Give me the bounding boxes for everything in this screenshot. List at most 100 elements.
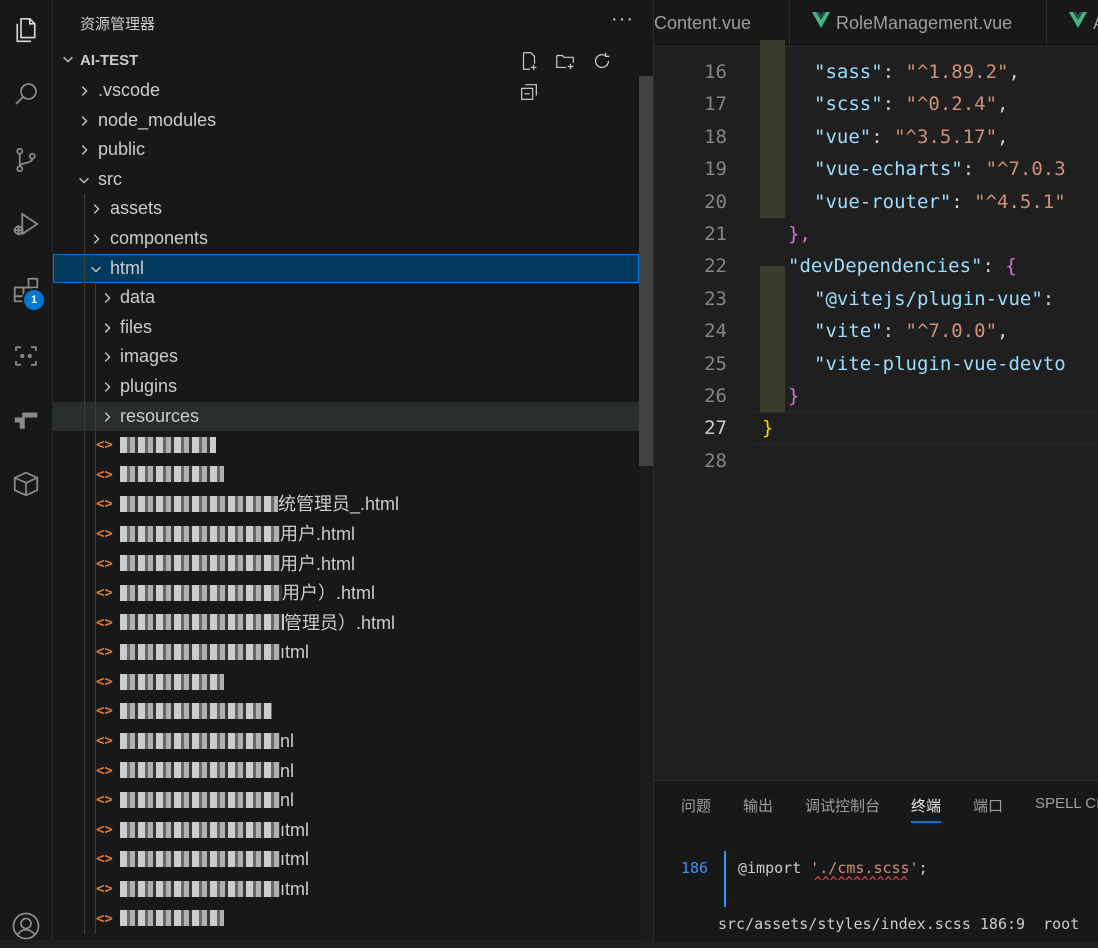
code-view[interactable]: 16 "sass": "^1.89.2", 17 "scss": "^0.2.4", 1… [654, 40, 1098, 477]
chevron-right-icon [93, 234, 100, 244]
folder-item-plugins[interactable]: plugins [53, 371, 639, 402]
folder-item-files[interactable]: files [53, 312, 639, 343]
account-icon[interactable] [0, 904, 52, 948]
html-file-item[interactable]: <> 管理员）.html [53, 608, 639, 639]
editor-tab[interactable]: RoleManagement.vue [790, 0, 1047, 46]
remote-explorer-icon[interactable] [0, 398, 52, 442]
folder-item-components[interactable]: components [53, 223, 639, 254]
json-key: "vue-echarts" [814, 158, 963, 181]
html-file-icon: <> [96, 910, 113, 927]
html-file-icon: <> [96, 703, 113, 720]
code-text: } [788, 380, 799, 412]
html-file-icon: <> [96, 792, 113, 809]
redacted-filename [120, 466, 224, 483]
indent-guide [84, 431, 85, 461]
line-number: 24 [704, 320, 727, 343]
copilot-icon[interactable] [0, 334, 52, 378]
run-debug-icon[interactable] [0, 202, 52, 246]
new-file-icon[interactable] [515, 48, 543, 74]
panel-tab[interactable]: 端口 [973, 795, 1003, 816]
line-number: 19 [704, 158, 727, 181]
html-file-item[interactable]: <> [53, 697, 639, 728]
folder-item-assets[interactable]: assets [53, 194, 639, 224]
html-file-item[interactable]: <> [53, 904, 639, 935]
colon: : [982, 255, 1006, 278]
html-file-icon: <> [96, 555, 113, 572]
indent-guide [95, 342, 96, 372]
tree-item-label: ıtml [120, 845, 309, 875]
indent-guide [84, 490, 85, 520]
html-file-item[interactable]: <> [53, 431, 639, 461]
filename-suffix: 用户.html [280, 523, 356, 544]
folder-item-resources[interactable]: resources [53, 401, 639, 432]
html-file-item[interactable]: <> nl [53, 727, 639, 757]
sidebar-scrollbar-thumb[interactable] [639, 76, 653, 466]
source-control-icon[interactable] [0, 138, 52, 182]
indent-guide [84, 401, 85, 432]
editor-tab[interactable]: A [1047, 0, 1098, 46]
json-value: "^1.89.2" [905, 61, 1009, 83]
panel-tab[interactable]: 调试控制台 [805, 795, 880, 816]
html-file-item[interactable]: <> nl [53, 786, 639, 816]
editor-tabs: Content.vue RoleManagement.vue A [654, 0, 1098, 47]
folder-item-images[interactable]: images [53, 342, 639, 372]
refresh-icon[interactable] [588, 48, 616, 74]
punctuation: , [997, 125, 1009, 148]
folder-item-data[interactable]: data [53, 283, 639, 313]
more-actions-button[interactable]: ··· [611, 8, 634, 31]
html-file-item[interactable]: <> [53, 460, 639, 491]
indent-guide [84, 342, 85, 372]
workspace-section-header[interactable]: AI-TEST [53, 46, 653, 100]
sidebar-title: 资源管理器 [80, 16, 156, 33]
folder-item-nodemodules[interactable]: node_modules [53, 106, 639, 136]
html-file-item[interactable]: <> ıtml [53, 815, 639, 846]
html-file-item[interactable]: <> ıtml [53, 875, 639, 905]
packages-icon[interactable] [0, 462, 52, 506]
panel-tab[interactable]: SPELL CI [1035, 795, 1098, 812]
tree-item-label: nl [120, 727, 294, 757]
html-file-item[interactable]: <> 用户.html [53, 549, 639, 580]
code-text: "vue-router": "^4.5.1" [814, 186, 1066, 218]
code-text: }, [788, 218, 811, 250]
code-line: 27} [654, 412, 1098, 445]
tree-item-label: 管理员）.html [120, 609, 395, 639]
html-file-item[interactable]: <> ıtml [53, 638, 639, 668]
code-text: "vite-plugin-vue-devto [814, 348, 1066, 380]
filename-suffix: 用户）.html [282, 583, 376, 604]
redacted-filename [120, 851, 280, 868]
html-file-item[interactable]: <> 统管理员_.html [53, 490, 639, 520]
tree-item-label: public [98, 139, 146, 160]
tree-item-label: resources [120, 405, 200, 426]
tab-label: Content.vue [654, 13, 752, 33]
line-number: 27 [704, 417, 727, 440]
html-file-item[interactable]: <> 用户）.html [53, 579, 639, 609]
tree-item-label [120, 668, 224, 698]
panel-tab[interactable]: 问题 [681, 795, 711, 816]
folder-item-html[interactable]: html [53, 253, 639, 284]
activity-bar: 1 [0, 0, 53, 940]
files-icon[interactable] [0, 8, 52, 52]
code-line: 22 "devDependencies": { [654, 250, 1098, 282]
indent-guide [84, 549, 85, 580]
tree-item-label: images [120, 346, 179, 367]
html-file-item[interactable]: <> [53, 667, 639, 698]
redacted-filename [120, 703, 272, 720]
panel-tab[interactable]: 终端 [911, 795, 942, 823]
tree-item-label: ıtml [120, 816, 309, 846]
tree-item-label: assets [110, 198, 163, 219]
folder-item-public[interactable]: public [53, 135, 639, 165]
chevron-down-icon [63, 56, 73, 63]
html-file-item[interactable]: <> 用户.html [53, 519, 639, 550]
indent-guide [84, 519, 85, 550]
bracket: }, [788, 222, 811, 245]
search-icon[interactable] [0, 72, 52, 116]
file-tree: .vscode node_modulespublic src assets compon… [53, 76, 639, 935]
chevron-down-icon [79, 177, 89, 184]
html-file-item[interactable]: <> nl [53, 756, 639, 787]
panel-tab[interactable]: 输出 [743, 795, 773, 816]
folder-item-vscode[interactable]: .vscode [53, 76, 639, 106]
code-text: "scss": "^0.2.4", [814, 88, 1009, 120]
html-file-item[interactable]: <> ıtml [53, 845, 639, 876]
folder-item-src[interactable]: src [53, 165, 639, 195]
new-folder-icon[interactable] [551, 48, 579, 74]
